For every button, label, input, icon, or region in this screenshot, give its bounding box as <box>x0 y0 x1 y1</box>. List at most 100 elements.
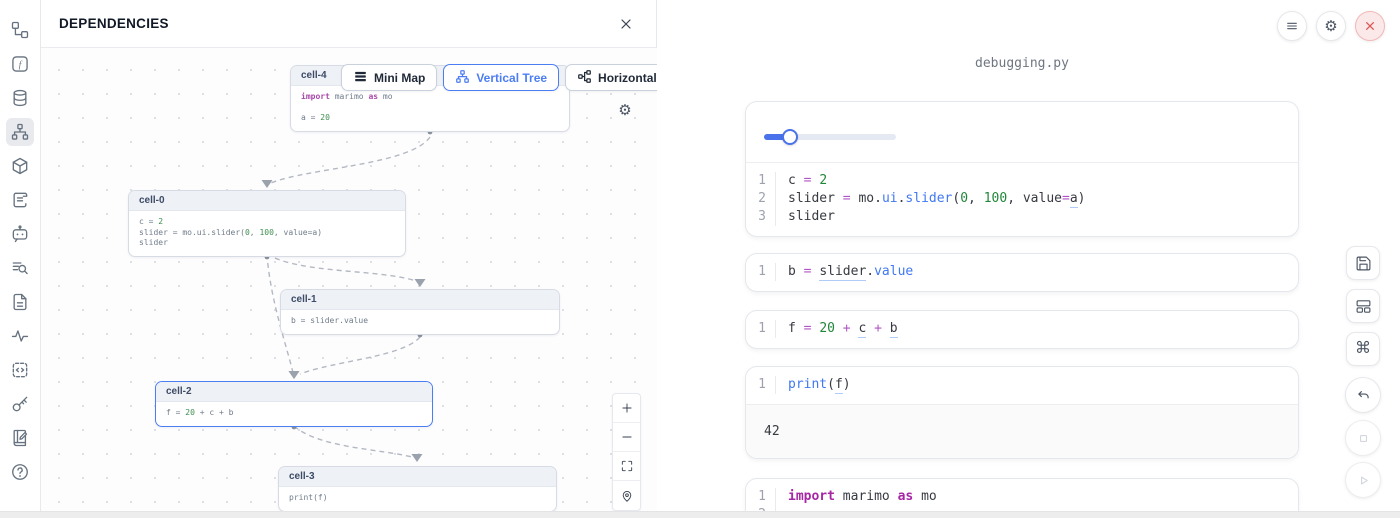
code-text: slider <box>776 208 835 226</box>
slider-widget[interactable] <box>764 129 896 145</box>
graph-code-line: print(f) <box>289 493 546 504</box>
snippets-icon[interactable] <box>6 356 34 384</box>
line-number: 1 <box>746 376 776 394</box>
line-number: 1 <box>746 263 776 281</box>
graph-settings-icon[interactable]: ⚙ <box>613 98 637 122</box>
zoom-in-button[interactable] <box>613 394 640 423</box>
graph-node-title: cell-0 <box>129 191 405 211</box>
help-icon[interactable] <box>6 458 34 486</box>
code-token: = <box>843 191 859 206</box>
notebook-cell[interactable]: 1f = 20 + c + b <box>745 310 1299 349</box>
graph-code-line: slider <box>139 238 395 249</box>
file-tree-icon[interactable] <box>6 16 34 44</box>
functions-icon[interactable]: f <box>6 50 34 78</box>
marimo-app: f DEPENDENCIES Mini MapVertical TreeHori… <box>0 0 1400 518</box>
settings-button[interactable]: ⚙ <box>1316 11 1346 41</box>
code-token: = <box>804 264 820 279</box>
graph-view-toolbar: Mini MapVertical TreeHorizontal Tree <box>341 64 657 91</box>
svg-text:f: f <box>19 59 23 69</box>
graph-code-line: b = slider.value <box>291 316 549 327</box>
code-token: f = <box>166 408 185 417</box>
line-number: 1 <box>746 320 776 338</box>
chat-icon[interactable] <box>6 220 34 248</box>
files-icon[interactable] <box>6 288 34 316</box>
code-token: 100 <box>984 191 1007 206</box>
code-token: , value <box>1007 191 1062 206</box>
code-token: ( <box>827 377 835 392</box>
code-token: f <box>788 321 804 336</box>
graph-node-title: cell-2 <box>156 382 432 402</box>
code-token: c <box>788 173 804 188</box>
slider-handle[interactable] <box>782 129 798 145</box>
code-token <box>866 321 874 336</box>
code-editor[interactable]: 1print(f) <box>746 367 1298 404</box>
scratchpad-icon[interactable] <box>6 424 34 452</box>
code-token: value <box>874 264 913 279</box>
code-token: + <box>843 321 851 336</box>
stop-button[interactable] <box>1345 420 1381 456</box>
code-token: slider = mo.ui.slider( <box>139 228 245 237</box>
code-token: b <box>788 264 804 279</box>
code-token: marimo <box>330 92 369 101</box>
horizontal-tree-button[interactable]: Horizontal Tree <box>565 64 657 91</box>
graph-node[interactable]: cell-0c = 2slider = mo.ui.slider(0, 100,… <box>128 190 406 257</box>
line-number: 1 <box>746 488 776 506</box>
code-editor[interactable]: 1f = 20 + c + b <box>746 311 1298 348</box>
code-token: . <box>874 191 882 206</box>
notebook-cell[interactable]: 1b = slider.value <box>745 253 1299 292</box>
tracing-icon[interactable] <box>6 322 34 350</box>
code-editor[interactable]: 1c = 22slider = mo.ui.slider(0, 100, val… <box>746 163 1298 236</box>
code-token: 2 <box>819 173 827 188</box>
code-token: 20 <box>185 408 195 417</box>
slider-output <box>746 102 1298 163</box>
documentation-icon[interactable] <box>6 186 34 214</box>
code-text: c = 2 <box>776 172 827 190</box>
cell-output: 42 <box>746 404 1298 458</box>
line-number: 3 <box>746 208 776 226</box>
shutdown-button[interactable] <box>1355 11 1385 41</box>
run-button[interactable] <box>1345 462 1381 498</box>
graph-code-line: c = 2 <box>139 217 395 228</box>
code-token: c = <box>139 217 158 226</box>
code-editor[interactable]: 1b = slider.value <box>746 254 1298 291</box>
treev-icon <box>455 69 470 87</box>
graph-node[interactable]: cell-3print(f) <box>278 466 557 512</box>
graph-node[interactable]: cell-2f = 20 + c + b <box>155 381 433 427</box>
graph-node[interactable]: cell-1b = slider.value <box>280 289 560 335</box>
graph-code-line: import marimo as mo <box>301 92 559 103</box>
code-token: mo <box>913 489 936 504</box>
code-token: 20 <box>819 321 835 336</box>
code-token: slider <box>788 191 843 206</box>
code-token: 2 <box>158 217 163 226</box>
close-panel-icon[interactable] <box>614 12 638 36</box>
command-palette-button[interactable]: ⌘ <box>1346 332 1380 366</box>
undo-button[interactable] <box>1345 377 1381 413</box>
secrets-icon[interactable] <box>6 390 34 418</box>
dependency-graph-canvas[interactable]: Mini MapVertical TreeHorizontal Tree ⚙ c… <box>41 48 657 512</box>
graph-code-line: slider = mo.ui.slider(0, 100, value=a) <box>139 228 395 239</box>
graph-node-code: f = 20 + c + b <box>156 402 432 426</box>
datasources-icon[interactable] <box>6 84 34 112</box>
logs-search-icon[interactable] <box>6 254 34 282</box>
fit-view-button[interactable] <box>613 452 640 481</box>
graph-zoom-controls <box>612 393 641 511</box>
code-line: 1f = 20 + c + b <box>746 320 1298 338</box>
notebook-menu-button[interactable] <box>1277 11 1307 41</box>
horizontal-scrollbar[interactable] <box>0 511 1400 518</box>
code-token: , <box>968 191 984 206</box>
mini-map-button[interactable]: Mini Map <box>341 64 437 91</box>
center-selection-button[interactable] <box>613 481 640 510</box>
packages-icon[interactable] <box>6 152 34 180</box>
layout-button[interactable] <box>1346 289 1380 323</box>
vertical-tree-button[interactable]: Vertical Tree <box>443 64 559 91</box>
notebook-top-actions: ⚙ <box>1277 11 1385 41</box>
code-token: a <box>1070 191 1078 208</box>
code-token: ) <box>1078 191 1086 206</box>
code-token: import <box>301 92 330 101</box>
code-token: a = <box>301 113 320 122</box>
save-button[interactable] <box>1346 246 1380 280</box>
zoom-out-button[interactable] <box>613 423 640 452</box>
notebook-cell[interactable]: 1c = 22slider = mo.ui.slider(0, 100, val… <box>745 101 1299 237</box>
notebook-cell[interactable]: 1print(f)42 <box>745 366 1299 459</box>
dependency-graph-icon[interactable] <box>6 118 34 146</box>
